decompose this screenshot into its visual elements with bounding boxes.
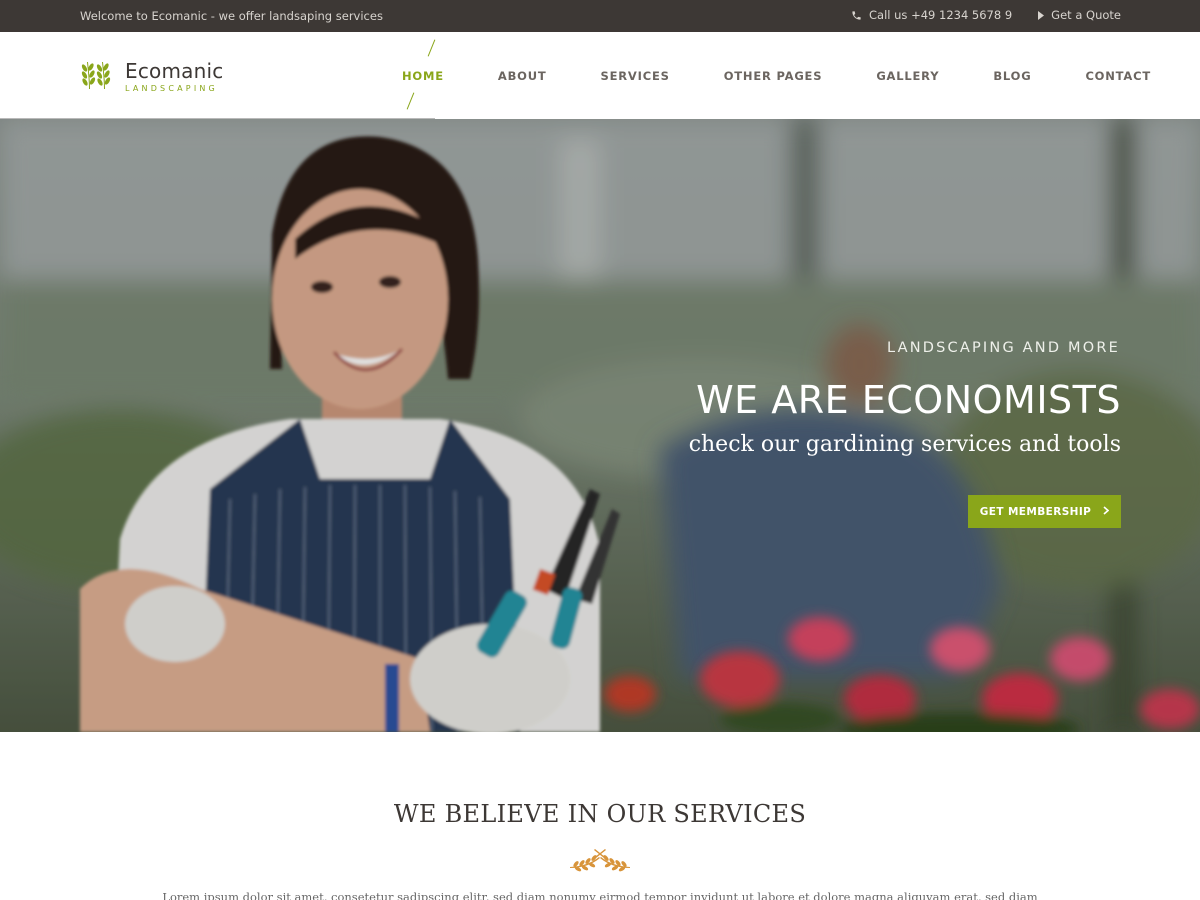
top-bar-actions: Call us +49 1234 5678 9 Get a Quote <box>851 8 1121 22</box>
call-us-link[interactable]: Call us +49 1234 5678 9 <box>851 8 1012 22</box>
nav-about[interactable]: ABOUT <box>471 69 574 83</box>
nav-contact[interactable]: CONTACT <box>1058 69 1178 83</box>
nav-services[interactable]: SERVICES <box>574 69 697 83</box>
get-quote-text: Get a Quote <box>1051 8 1121 22</box>
logo-name: Ecomanic <box>125 58 224 83</box>
services-intro-text: Lorem ipsum dolor sit amet, consetetur s… <box>162 890 1038 900</box>
site-header: Ecomanic LANDSCAPING HOME ABOUT SERVICES… <box>0 32 1200 119</box>
nav-other-pages[interactable]: OTHER PAGES <box>697 69 850 83</box>
chevron-right-icon <box>1103 505 1110 518</box>
phone-text: Call us +49 1234 5678 9 <box>869 8 1013 22</box>
hero-background-image <box>0 119 1200 732</box>
nav-home[interactable]: HOME <box>375 69 471 83</box>
services-title: WE BELIEVE IN OUR SERVICES <box>393 800 807 828</box>
logo-subtitle: LANDSCAPING <box>125 83 218 93</box>
nav-blog[interactable]: BLOG <box>966 69 1058 83</box>
hero-tagline: LANDSCAPING AND MORE <box>886 340 1120 356</box>
wheat-icon <box>80 58 113 95</box>
hero-subline: check our gardining services and tools <box>688 432 1121 457</box>
hero-headline: WE ARE ECONOMISTS <box>696 378 1121 422</box>
welcome-text: Welcome to Ecomanic - we offer landsapin… <box>80 9 383 23</box>
hero-slider: LANDSCAPING AND MORE WE ARE ECONOMISTS c… <box>0 119 1200 732</box>
get-membership-button[interactable]: GET MEMBERSHIP <box>968 495 1121 528</box>
logo-text: Ecomanic LANDSCAPING <box>125 61 223 93</box>
caret-right-icon <box>1038 10 1045 20</box>
wheat-ornament-icon <box>568 846 632 877</box>
top-bar: Welcome to Ecomanic - we offer landsapin… <box>0 0 1200 32</box>
main-nav: HOME ABOUT SERVICES OTHER PAGES GALLERY … <box>375 32 1178 119</box>
site-logo[interactable]: Ecomanic LANDSCAPING <box>80 58 223 95</box>
services-section: WE BELIEVE IN OUR SERVICES Lorem ipsum d… <box>0 732 1200 900</box>
nav-gallery[interactable]: GALLERY <box>849 69 966 83</box>
phone-icon <box>851 10 862 21</box>
get-quote-link[interactable]: Get a Quote <box>1038 8 1121 22</box>
cta-label: GET MEMBERSHIP <box>979 505 1092 518</box>
